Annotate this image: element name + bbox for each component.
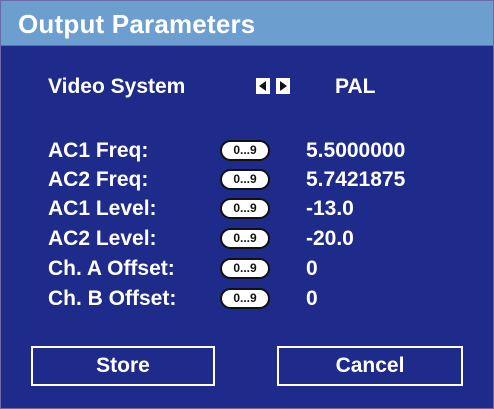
video-system-label: Video System [48,75,186,98]
ac1-freq-value: 5.5000000 [306,139,406,162]
video-system-next-button[interactable] [276,78,290,94]
ch-a-offset-value: 0 [306,257,318,280]
ch-a-offset-keypad-button[interactable]: 0...9 [220,258,270,279]
video-system-prev-button[interactable] [256,78,270,94]
store-button[interactable]: Store [31,346,215,386]
ac2-freq-keypad-button[interactable]: 0...9 [220,169,270,190]
ac1-freq-keypad-button[interactable]: 0...9 [220,140,270,161]
ac2-level-keypad-button[interactable]: 0...9 [220,228,270,249]
triangle-left-icon [259,81,266,91]
ch-a-offset-label: Ch. A Offset: [48,257,175,280]
ch-b-offset-keypad-button[interactable]: 0...9 [220,288,270,309]
output-parameters-dialog: Output Parameters Video System PAL AC1 F… [0,0,494,409]
ac2-level-value: -20.0 [306,227,354,250]
ac2-level-label: AC2 Level: [48,227,157,250]
video-system-value: PAL [335,75,376,98]
ch-b-offset-label: Ch. B Offset: [48,287,177,310]
ac1-level-label: AC1 Level: [48,197,157,220]
dialog-title: Output Parameters [18,9,256,39]
triangle-right-icon [280,81,287,91]
ac1-freq-label: AC1 Freq: [48,139,149,162]
ch-b-offset-value: 0 [306,287,318,310]
ac2-freq-value: 5.7421875 [306,168,406,191]
ac1-level-keypad-button[interactable]: 0...9 [220,198,270,219]
ac1-level-value: -13.0 [306,197,354,220]
ac2-freq-label: AC2 Freq: [48,168,149,191]
cancel-button[interactable]: Cancel [277,346,463,386]
title-bar: Output Parameters [1,1,493,46]
